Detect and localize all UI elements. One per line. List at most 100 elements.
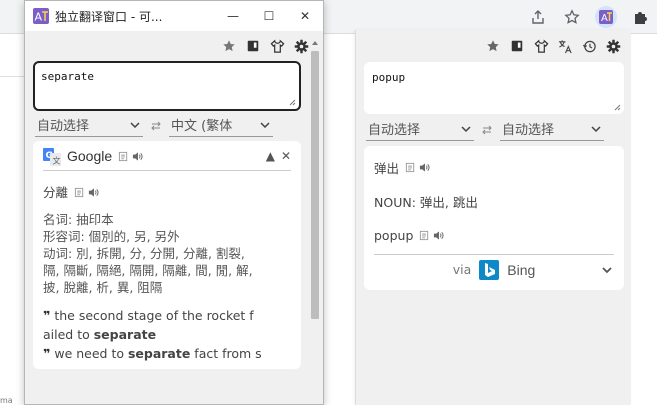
swap-languages-icon[interactable] xyxy=(480,124,494,136)
dictionary-line: 披, 脫離, 析, 異, 阻隔 xyxy=(43,280,163,295)
popup-noun-line: NOUN: 弹出, 跳出 xyxy=(374,184,614,218)
popup-noun-text: NOUN: 弹出, 跳出 xyxy=(374,194,478,210)
copy-icon[interactable] xyxy=(419,230,430,241)
popup-target-language-select[interactable]: 自动选择 xyxy=(500,119,604,141)
share-icon[interactable] xyxy=(527,6,549,28)
quote-icon: ❞ xyxy=(43,308,51,323)
copy-icon[interactable] xyxy=(405,162,416,173)
resize-grip-icon[interactable] xyxy=(288,98,296,106)
popup-echo-text: popup xyxy=(374,227,414,243)
close-window-button[interactable]: ✕ xyxy=(287,1,323,31)
example-text: the second stage of the rocket f xyxy=(54,308,254,323)
gear-icon[interactable] xyxy=(605,38,621,54)
shirt-icon[interactable] xyxy=(269,38,285,54)
speaker-icon[interactable] xyxy=(88,187,99,198)
translate-icon[interactable] xyxy=(557,38,573,54)
provider-actions xyxy=(118,151,143,162)
example-text: fact from s xyxy=(190,346,262,361)
example-sentence: ❞ the second stage of the rocket f xyxy=(43,306,291,325)
close-provider-button[interactable]: ✕ xyxy=(281,148,291,165)
window-target-language-label: 中文 (繁体 xyxy=(171,119,233,134)
standalone-translate-window: A 独立翻译窗口 - 可... — ☐ ✕ separate 自动选择 中文 (… xyxy=(24,0,324,405)
chevron-down-icon xyxy=(591,125,601,132)
page-edge-text: ma xyxy=(0,396,13,405)
scroll-up-arrow-icon[interactable] xyxy=(311,39,319,47)
google-translate-logo-icon: G文 xyxy=(43,147,61,166)
popup-source-language-select[interactable]: 自动选择 xyxy=(366,119,474,141)
example-keyword: separate xyxy=(127,346,191,361)
collapse-button[interactable]: ▲ xyxy=(266,148,275,165)
window-language-row: 自动选择 中文 (繁体 xyxy=(25,111,323,141)
popup-result-card: 弹出 NOUN: 弹出, 跳出 popup via Bing xyxy=(364,146,624,290)
popup-toolbar xyxy=(356,30,631,62)
example-sentence: ❞ we need to separate fact from s xyxy=(43,344,291,363)
extension-popup: popup 自动选择 自动选择 弹出 NOUN: 弹出, 跳出 popup vi… xyxy=(355,30,631,405)
history-icon[interactable] xyxy=(581,38,597,54)
example-text: ailed to xyxy=(43,327,94,342)
popup-translation-actions xyxy=(405,162,430,173)
speaker-icon[interactable] xyxy=(419,162,430,173)
star-icon[interactable] xyxy=(561,6,583,28)
book-icon[interactable] xyxy=(509,38,525,54)
provider-name: Google xyxy=(67,148,113,164)
puzzle-extensions-icon[interactable] xyxy=(629,6,651,28)
window-toolbar xyxy=(25,31,323,61)
chevron-down-icon xyxy=(130,121,140,128)
example-sentence: ailed to separate xyxy=(43,325,291,344)
translation-actions xyxy=(74,187,99,198)
star-icon[interactable] xyxy=(485,38,501,54)
chevron-down-icon xyxy=(260,121,270,128)
popup-echo-actions xyxy=(419,230,444,241)
dictionary-line: 动词: 別, 拆開, 分, 分開, 分離, 割裂, xyxy=(43,246,245,261)
quote-icon: ❞ xyxy=(43,346,51,361)
dictionary-line: 隔, 隔斷, 隔絕, 隔開, 隔離, 間, 閒, 解, xyxy=(43,263,253,278)
gear-icon[interactable] xyxy=(293,38,309,54)
window-translation-line: 分離 xyxy=(43,177,291,207)
popup-translation-text: 弹出 xyxy=(374,160,400,176)
dictionary-line: 名词: 抽印本 xyxy=(43,212,114,227)
svg-text:A: A xyxy=(601,13,608,24)
svg-text:文: 文 xyxy=(53,155,61,165)
provider-header: G文 Google ▲ ✕ xyxy=(43,143,291,171)
speaker-icon[interactable] xyxy=(132,151,143,162)
window-result-card: G文 Google ▲ ✕ 分離 名词: 抽印本 形容词: 個別的, 另, 另外… xyxy=(33,141,301,369)
window-source-language-select[interactable]: 自动选择 xyxy=(35,115,143,137)
shirt-icon[interactable] xyxy=(533,38,549,54)
provider-name: Bing xyxy=(507,261,536,278)
provider-footer[interactable]: via Bing xyxy=(374,254,614,284)
window-scrollbar[interactable] xyxy=(310,39,320,404)
maximize-button[interactable]: ☐ xyxy=(251,1,287,31)
window-title: 独立翻译窗口 - 可... xyxy=(55,9,163,24)
svg-text:A: A xyxy=(35,11,43,24)
window-target-language-select[interactable]: 中文 (繁体 xyxy=(169,115,273,137)
popup-input-value: popup xyxy=(372,71,406,84)
resize-grip-icon[interactable] xyxy=(613,103,621,111)
window-source-language-label: 自动选择 xyxy=(37,119,90,134)
bing-logo-icon xyxy=(479,259,500,280)
minimize-button[interactable]: — xyxy=(215,1,251,31)
dictionary-line: 形容词: 個別的, 另, 另外 xyxy=(43,229,180,244)
copy-icon[interactable] xyxy=(74,187,85,198)
example-text: we need to xyxy=(54,346,128,361)
popup-source-language-label: 自动选择 xyxy=(368,123,421,138)
chevron-down-icon[interactable] xyxy=(600,263,614,277)
speaker-icon[interactable] xyxy=(433,230,444,241)
browser-action-icons: A xyxy=(527,4,657,30)
dictionary-entries: 名词: 抽印本 形容词: 個別的, 另, 另外 动词: 別, 拆開, 分, 分開… xyxy=(43,211,291,296)
scrollbar-thumb[interactable] xyxy=(311,51,319,319)
window-source-text-input[interactable]: separate xyxy=(33,61,301,111)
translator-extension-icon[interactable]: A xyxy=(595,6,617,28)
chevron-down-icon xyxy=(461,125,471,132)
swap-languages-icon[interactable] xyxy=(149,120,163,132)
provider-header-controls: ▲ ✕ xyxy=(266,148,291,165)
example-sentences: ❞ the second stage of the rocket f ailed t… xyxy=(43,306,291,363)
star-icon[interactable] xyxy=(221,38,237,54)
popup-source-text-input[interactable]: popup xyxy=(364,62,624,114)
window-titlebar[interactable]: A 独立翻译窗口 - 可... — ☐ ✕ xyxy=(25,1,323,31)
book-icon[interactable] xyxy=(245,38,261,54)
popup-echo-line: popup xyxy=(374,218,614,252)
copy-icon[interactable] xyxy=(118,151,129,162)
app-logo-icon: A xyxy=(33,8,49,24)
via-label: via xyxy=(452,262,472,277)
window-translation-text: 分離 xyxy=(43,184,69,200)
